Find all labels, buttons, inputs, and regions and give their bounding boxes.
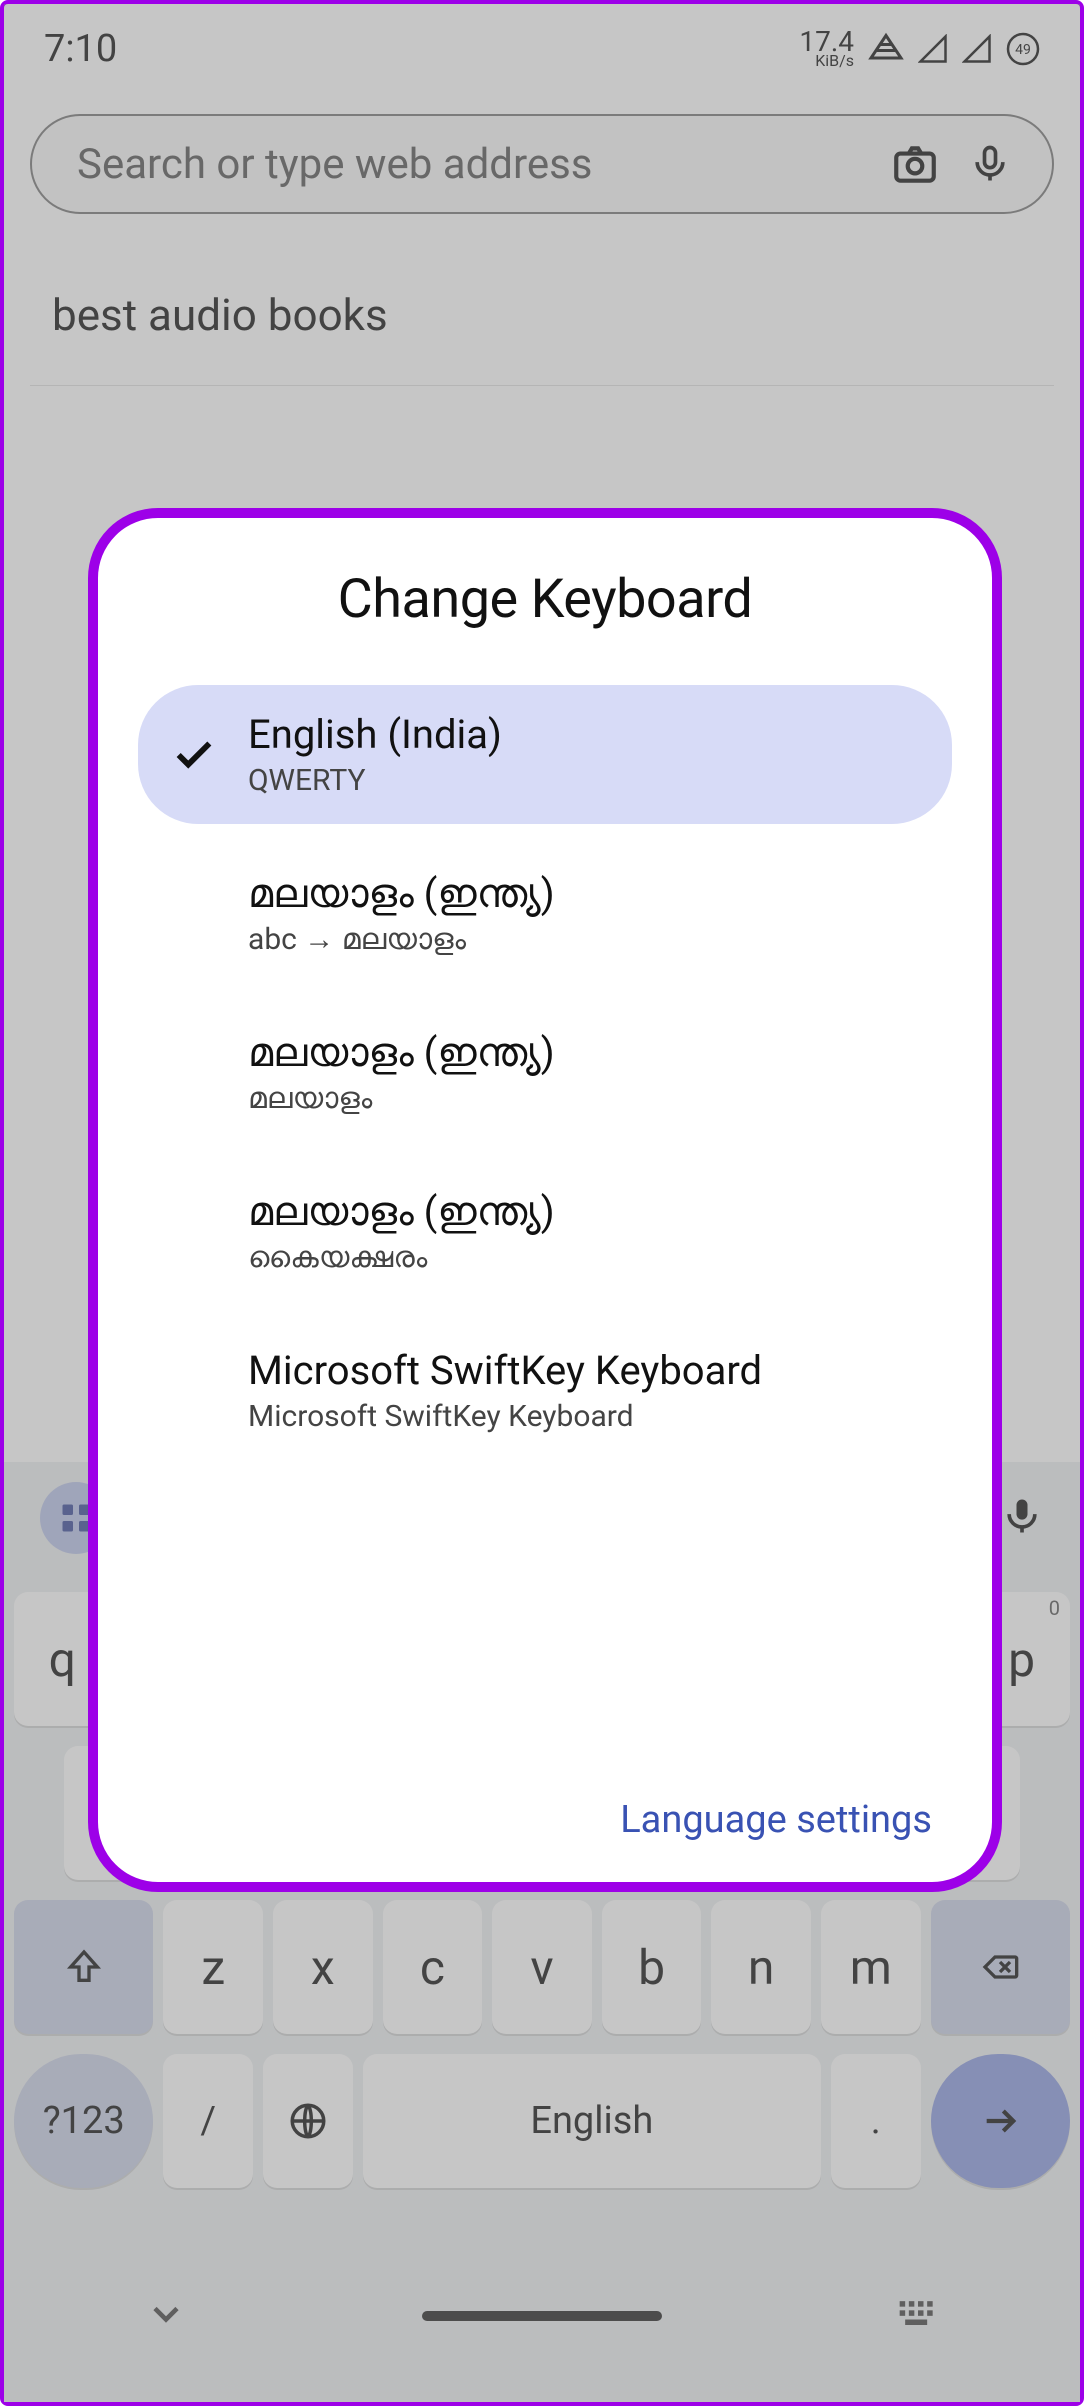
- address-bar[interactable]: Search or type web address: [30, 114, 1054, 214]
- keyboard-option-name: മലയാളം (ഇന്ത്യ): [248, 870, 555, 917]
- status-right: 17.4 KiB/s 49: [799, 30, 1040, 67]
- keyboard-mic-icon[interactable]: [1000, 1491, 1044, 1545]
- keyboard-row-4: ?123 / English .: [14, 2054, 1070, 2188]
- key-c[interactable]: c: [383, 1900, 483, 2034]
- key-m[interactable]: m: [821, 1900, 921, 2034]
- status-time: 7:10: [44, 27, 117, 71]
- keyboard-option-sub: abc → മലയാളം: [248, 922, 555, 957]
- keyboard-option-sub: കൈയക്ഷരം: [248, 1240, 555, 1275]
- camera-icon[interactable]: [890, 139, 940, 189]
- key-x[interactable]: x: [273, 1900, 373, 2034]
- nav-bar: [4, 2236, 1080, 2396]
- language-settings-link[interactable]: Language settings: [98, 1778, 992, 1842]
- keyboard-option-name: Microsoft SwiftKey Keyboard: [248, 1347, 762, 1394]
- signal-icon: [918, 34, 948, 64]
- symbols-key[interactable]: ?123: [14, 2054, 153, 2188]
- key-v[interactable]: v: [492, 1900, 592, 2034]
- keyboard-option-malayalam-translit[interactable]: മലയാളം (ഇന്ത്യ) abc → മലയാളം: [138, 844, 952, 983]
- address-placeholder: Search or type web address: [77, 140, 862, 189]
- keyboard-list: English (India) QWERTY മലയാളം (ഇന്ത്യ) a…: [98, 685, 992, 1778]
- keyboard-option-sub: മലയാളം: [248, 1081, 555, 1116]
- key-b[interactable]: b: [602, 1900, 702, 2034]
- backspace-key[interactable]: [931, 1900, 1070, 2034]
- change-keyboard-dialog: Change Keyboard English (India) QWERTY മ…: [88, 508, 1002, 1892]
- keyboard-row-3: z x c v b n m: [14, 1900, 1070, 2034]
- keyboard-option-name: English (India): [248, 711, 502, 758]
- check-icon: [166, 732, 222, 778]
- nav-down-icon[interactable]: [144, 2292, 188, 2340]
- enter-key[interactable]: [931, 2054, 1070, 2188]
- keyboard-option-malayalam-native[interactable]: മലയാളം (ഇന്ത്യ) മലയാളം: [138, 1003, 952, 1142]
- battery-icon: 49: [1006, 32, 1040, 66]
- search-suggestion[interactable]: best audio books: [30, 289, 1054, 386]
- period-key[interactable]: .: [831, 2054, 921, 2188]
- mic-icon[interactable]: [968, 139, 1012, 189]
- dialog-title: Change Keyboard: [98, 568, 992, 631]
- status-bar: 7:10 17.4 KiB/s 49: [4, 4, 1080, 94]
- keyboard-option-sub: Microsoft SwiftKey Keyboard: [248, 1399, 762, 1434]
- keyboard-option-sub: QWERTY: [248, 763, 502, 798]
- key-n[interactable]: n: [711, 1900, 811, 2034]
- slash-key[interactable]: /: [163, 2054, 253, 2188]
- keyboard-switch-icon[interactable]: [896, 2296, 940, 2336]
- home-pill[interactable]: [422, 2311, 662, 2321]
- space-key[interactable]: English: [363, 2054, 821, 2188]
- address-area: Search or type web address best audio bo…: [30, 114, 1054, 386]
- shift-key[interactable]: [14, 1900, 153, 2034]
- network-speed: 17.4 KiB/s: [799, 30, 854, 67]
- svg-text:49: 49: [1015, 42, 1031, 58]
- keyboard-option-english[interactable]: English (India) QWERTY: [138, 685, 952, 824]
- globe-key[interactable]: [263, 2054, 353, 2188]
- keyboard-option-swiftkey[interactable]: Microsoft SwiftKey Keyboard Microsoft Sw…: [138, 1321, 952, 1460]
- signal-icon-2: [962, 34, 992, 64]
- keyboard-option-name: മലയാളം (ഇന്ത്യ): [248, 1029, 555, 1076]
- wifi-icon: [868, 31, 904, 67]
- keyboard-option-name: മലയാളം (ഇന്ത്യ): [248, 1188, 555, 1235]
- key-z[interactable]: z: [163, 1900, 263, 2034]
- keyboard-option-malayalam-handwriting[interactable]: മലയാളം (ഇന്ത്യ) കൈയക്ഷരം: [138, 1162, 952, 1301]
